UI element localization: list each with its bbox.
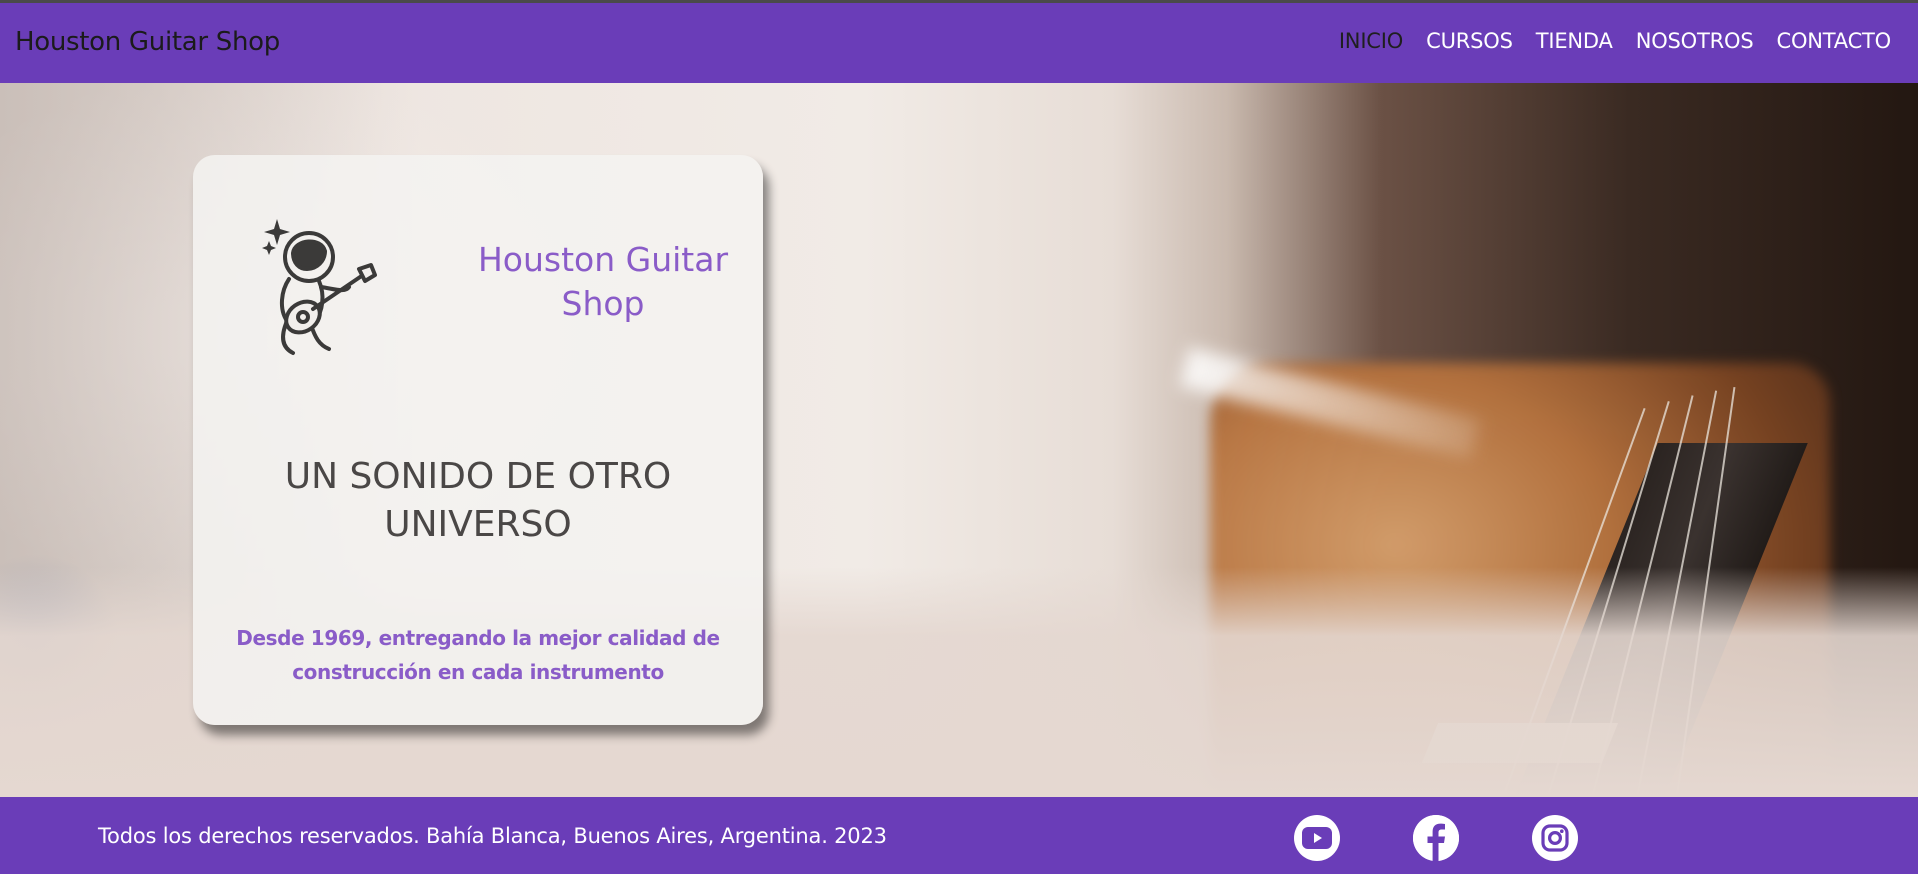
nav-tienda[interactable]: TIENDA	[1536, 29, 1613, 53]
nav-nosotros[interactable]: NOSOTROS	[1636, 29, 1754, 53]
instagram-icon[interactable]	[1532, 815, 1578, 861]
card-subtitle: Desde 1969, entregando la mejor calidad …	[236, 626, 720, 684]
nav-contacto[interactable]: CONTACTO	[1776, 29, 1891, 53]
hero-card: Houston Guitar Shop UN SONIDO DE OTRO UN…	[193, 155, 763, 725]
hero-background: Houston Guitar Shop UN SONIDO DE OTRO UN…	[0, 83, 1918, 797]
site-footer: Todos los derechos reservados. Bahía Bla…	[0, 797, 1918, 874]
nav-cursos[interactable]: CURSOS	[1426, 29, 1513, 53]
site-header: Houston Guitar Shop INICIO CURSOS TIENDA…	[0, 3, 1918, 83]
copyright-text: Todos los derechos reservados. Bahía Bla…	[98, 824, 887, 848]
facebook-icon[interactable]	[1413, 815, 1459, 861]
card-headline: UN SONIDO DE OTRO UNIVERSO	[284, 456, 672, 545]
brand-title[interactable]: Houston Guitar Shop	[15, 27, 280, 57]
nav-inicio[interactable]: INICIO	[1339, 29, 1403, 53]
main-nav: INICIO CURSOS TIENDA NOSOTROS CONTACTO	[1339, 29, 1891, 53]
card-title: Houston Guitar Shop	[477, 240, 729, 323]
youtube-icon[interactable]	[1294, 815, 1340, 861]
astronaut-guitar-icon	[259, 217, 385, 357]
